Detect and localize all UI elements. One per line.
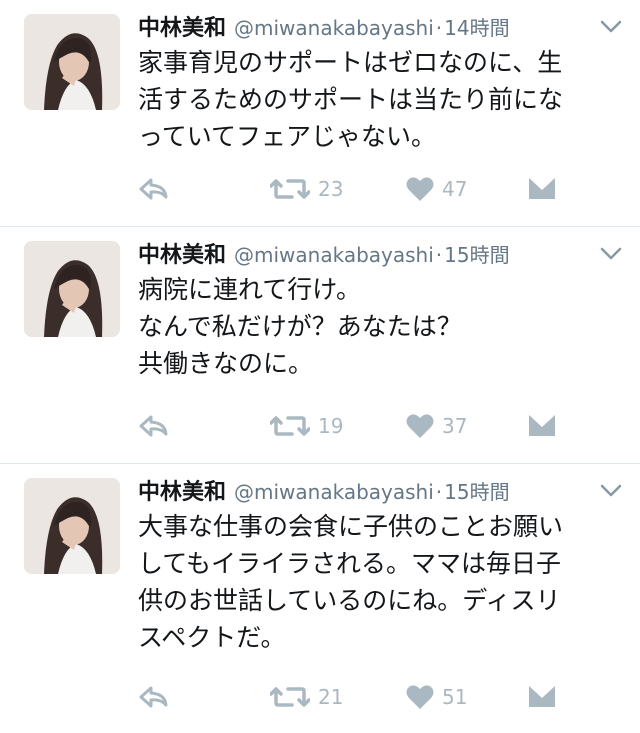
heart-icon [406,176,434,202]
avatar[interactable] [24,478,120,574]
timestamp[interactable]: 15時間 [444,243,509,267]
tweet[interactable]: 中林美和 @miwanakabayashi · 15時間 病院に連れて行け。 なんで私… [0,227,640,464]
reply-button[interactable] [138,174,170,204]
chevron-down-icon[interactable] [600,20,622,34]
like-button[interactable]: 47 [406,174,467,204]
chevron-down-icon[interactable] [600,247,622,261]
reply-button[interactable] [138,411,170,441]
reply-icon [138,177,170,201]
tweet-text-line: 共働きなのに。 [138,349,314,378]
chevron-down-icon[interactable] [600,484,622,498]
tweet-text: 病院に連れて行け。 なんで私だけが？あなたは？ 共働きなのに。 [138,271,626,382]
tweet-header: 中林美和 @miwanakabayashi · 15時間 [138,237,610,271]
display-name[interactable]: 中林美和 [138,243,226,268]
retweet-icon [270,414,310,438]
separator-dot: · [435,243,443,267]
timestamp[interactable]: 15時間 [444,480,509,504]
tweet-text-line: っていてフェアじゃない。 [138,122,437,151]
retweet-count: 21 [318,685,344,709]
tweet-actions: 19 37 [138,411,610,441]
tweet-text: 家事育児のサポートはゼロなのに、生 活するためのサポートは当たり前にな っていて… [138,44,626,155]
reply-icon [138,685,170,709]
timestamp[interactable]: 14時間 [444,16,509,40]
retweet-count: 19 [318,414,344,438]
username[interactable]: @miwanakabayashi [234,16,434,40]
tweet-text: 大事な仕事の会食に子供のことお願い してもイライラされる。ママは毎日子 供のお世… [138,508,626,656]
tweet-text-line: 大事な仕事の会食に子供のことお願い [138,512,564,541]
retweet-count: 23 [318,177,344,201]
direct-message-button[interactable] [528,411,556,441]
tweet-text-line: 家事育児のサポートはゼロなのに、生 [138,48,563,77]
like-button[interactable]: 37 [406,411,467,441]
tweet[interactable]: 中林美和 @miwanakabayashi · 14時間 家事育児のサポートはゼロなの… [0,0,640,227]
username[interactable]: @miwanakabayashi [234,243,434,267]
like-count: 51 [442,685,468,709]
tweet-header: 中林美和 @miwanakabayashi · 15時間 [138,474,610,508]
separator-dot: · [435,16,443,40]
tweet-text-line: 活するためのサポートは当たり前にな [138,85,564,114]
display-name[interactable]: 中林美和 [138,480,226,505]
avatar-image [24,241,120,337]
heart-icon [406,413,434,439]
tweet-header: 中林美和 @miwanakabayashi · 14時間 [138,10,610,44]
display-name[interactable]: 中林美和 [138,16,226,41]
direct-message-button[interactable] [528,174,556,204]
envelope-icon [528,414,556,438]
tweet-text-line: スペクトだ。 [138,623,286,652]
avatar[interactable] [24,14,120,110]
tweet-text-line: 供のお世話しているのにね。ディスリ [138,586,561,615]
reply-icon [138,414,170,438]
separator-dot: · [435,480,443,504]
username[interactable]: @miwanakabayashi [234,480,434,504]
envelope-icon [528,685,556,709]
retweet-icon [270,685,310,709]
tweet-text-line: してもイライラされる。ママは毎日子 [138,549,562,578]
retweet-button[interactable]: 23 [270,174,343,204]
retweet-icon [270,177,310,201]
reply-button[interactable] [138,682,170,712]
tweet[interactable]: 中林美和 @miwanakabayashi · 15時間 大事な仕事の会食に子供のこと… [0,464,640,733]
retweet-button[interactable]: 19 [270,411,343,441]
tweet-actions: 23 47 [138,174,610,204]
avatar-image [24,478,120,574]
envelope-icon [528,177,556,201]
like-count: 37 [442,414,468,438]
direct-message-button[interactable] [528,682,556,712]
heart-icon [406,684,434,710]
tweet-text-line: 病院に連れて行け。 [138,275,362,304]
like-count: 47 [442,177,468,201]
avatar-image [24,14,120,110]
avatar[interactable] [24,241,120,337]
like-button[interactable]: 51 [406,682,467,712]
tweet-text-line: なんで私だけが？あなたは？ [138,312,462,341]
retweet-button[interactable]: 21 [270,682,343,712]
tweet-actions: 21 51 [138,682,610,712]
